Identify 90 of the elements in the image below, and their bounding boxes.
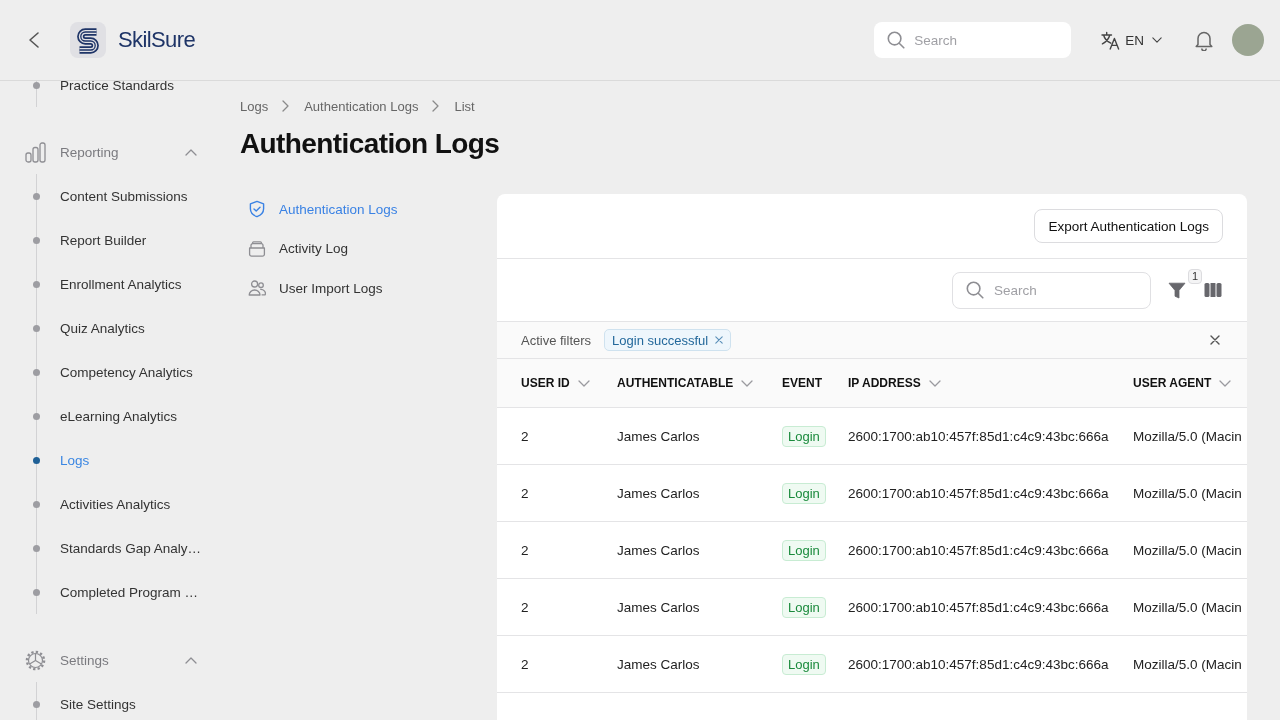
table-cell-text: James Carlos (616, 599, 700, 615)
table-cell-text: Mozilla/5.0 (Macin (1132, 485, 1242, 501)
subnav-item[interactable]: User Import Logs (248, 273, 497, 303)
table-cell-text: 2600:1700:ab10:457f:85d1:c4c9:43bc:666a (847, 656, 1109, 672)
breadcrumb-link[interactable]: Authentication Logs (304, 98, 419, 114)
table-cell-text: 2600:1700:ab10:457f:85d1:c4c9:43bc:666a (847, 542, 1109, 558)
filter-icon[interactable] (1168, 281, 1186, 299)
dot-icon (33, 324, 40, 332)
dot-icon (33, 81, 40, 89)
table-cell-text: 2 (520, 656, 529, 672)
column-header[interactable]: IP ADDRESS (824, 376, 941, 390)
event-tag: Login (782, 425, 826, 447)
active-filters-label: Active filters (521, 332, 592, 348)
table-cell-text: Mozilla/5.0 (Macin (1132, 428, 1242, 444)
close-icon[interactable] (715, 336, 724, 344)
event-tag: Login (782, 596, 826, 618)
column-header[interactable]: USER ID (497, 376, 590, 390)
chevron-down-icon (741, 379, 754, 387)
sidebar-item[interactable]: eLearning Analytics (37, 394, 216, 438)
sidebar-item[interactable]: Competency Analytics (37, 350, 216, 394)
sidebar-item[interactable]: Content Submissions (37, 174, 216, 218)
table-cell-text: 2 (520, 485, 529, 501)
tray-icon (248, 239, 266, 258)
dot-icon (33, 500, 40, 508)
subnav-item[interactable]: Activity Log (248, 233, 497, 264)
filter-count-badge: 1 (1188, 269, 1203, 284)
table-cell-text: Mozilla/5.0 (Macin (1132, 656, 1242, 672)
close-icon[interactable] (1210, 335, 1220, 345)
sidebar-item[interactable]: Site Settings (37, 682, 216, 720)
users-icon (248, 279, 266, 297)
table-cell-text: 2600:1700:ab10:457f:85d1:c4c9:43bc:666a (847, 599, 1109, 615)
table-cell-text: James Carlos (616, 542, 700, 558)
table-cell-text: 2 (520, 599, 529, 615)
dot-icon (33, 456, 40, 464)
sidebar-item[interactable]: Enrollment Analytics (37, 262, 216, 306)
bar-chart-icon (25, 141, 46, 163)
table-cell-text: 2 (520, 428, 529, 444)
chevron-right-icon (282, 100, 290, 112)
dot-icon (33, 588, 40, 596)
dot-icon (33, 700, 40, 708)
sidebar-group-header[interactable]: Settings (25, 638, 216, 682)
filter-chip-label: Login successful (612, 332, 709, 348)
sidebar-group-header[interactable]: Reporting (25, 130, 216, 174)
chevron-down-icon (928, 379, 941, 387)
chevron-left-icon[interactable] (27, 31, 41, 49)
search-field[interactable]: Search (874, 22, 1072, 58)
sidebar-item[interactable]: Completed Program … (37, 570, 216, 614)
chevron-down-icon (577, 379, 590, 387)
dot-icon (33, 412, 40, 420)
shield-check-icon (248, 200, 266, 218)
event-tag: Login (782, 482, 826, 504)
table-cell-text: 2 (520, 542, 529, 558)
table-cell-text: 2600:1700:ab10:457f:85d1:c4c9:43bc:666a (847, 428, 1109, 444)
column-header: EVENT (781, 376, 822, 390)
gear-icon (25, 649, 46, 671)
logo-icon (70, 22, 106, 58)
dot-icon (33, 368, 40, 376)
table-cell-text: Mozilla/5.0 (Macin (1132, 542, 1242, 558)
table-cell-text: Mozilla/5.0 (Macin (1132, 599, 1242, 615)
column-header[interactable]: AUTHENTICATABLE (593, 376, 754, 390)
dot-icon (33, 236, 40, 244)
page-title: Authentication Logs (240, 127, 501, 161)
search-icon (887, 31, 906, 49)
search-icon (966, 281, 984, 299)
table-cell-text: James Carlos (616, 485, 700, 501)
table-cell-text: 2600:1700:ab10:457f:85d1:c4c9:43bc:666a (847, 485, 1109, 501)
dot-icon (33, 544, 40, 552)
event-tag: Login (782, 539, 826, 561)
table-cell-text: James Carlos (616, 428, 700, 444)
export-button[interactable]: Export Authentication Logs (1034, 209, 1223, 243)
chevron-down-icon (1219, 379, 1232, 387)
translate-icon (1101, 30, 1121, 50)
chevron-down-icon (1152, 37, 1162, 43)
event-tag: Login (782, 653, 826, 675)
chevron-right-icon (432, 100, 440, 112)
brand-name: SkilSure (118, 27, 196, 53)
search-field[interactable]: Search (952, 271, 1151, 309)
breadcrumb-current: List (454, 98, 475, 114)
column-header[interactable]: USER AGENT (1109, 376, 1232, 390)
columns-icon[interactable] (1204, 281, 1222, 299)
bell-icon[interactable] (1194, 29, 1214, 51)
sidebar-item[interactable]: Activities Analytics (37, 482, 216, 526)
dot-icon (33, 280, 40, 288)
sidebar-item[interactable]: Quiz Analytics (37, 306, 216, 350)
sidebar-item[interactable]: Report Builder (37, 218, 216, 262)
sidebar-item[interactable]: Standards Gap Analy… (37, 526, 216, 570)
language-selector[interactable]: EN (1101, 30, 1162, 50)
dot-icon (33, 192, 40, 200)
breadcrumb-link[interactable]: Logs (240, 98, 269, 114)
table-cell-text: James Carlos (616, 656, 700, 672)
